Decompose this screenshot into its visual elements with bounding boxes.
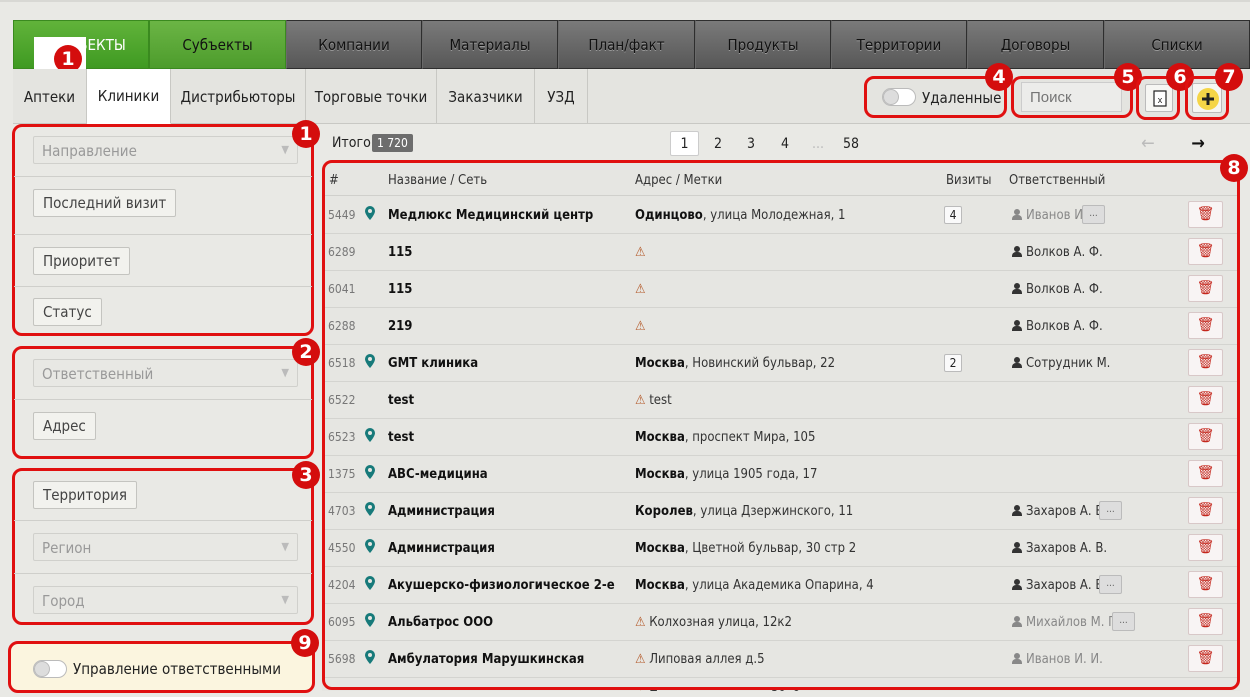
tab-label: Списки: [1151, 35, 1203, 54]
chevron-down-icon: ▼: [281, 593, 289, 606]
divider: [14, 399, 312, 400]
address-button[interactable]: Адрес: [33, 412, 96, 440]
search-input[interactable]: [1021, 82, 1122, 112]
tab-customers[interactable]: Заказчики: [437, 69, 535, 124]
excel-icon: x: [1153, 90, 1167, 107]
annotation-badge-3: 3: [292, 461, 320, 489]
annotation-badge-9: 9: [291, 629, 319, 657]
tab-label: Договоры: [1000, 35, 1071, 54]
annotation-badge-4: 4: [985, 63, 1013, 91]
chevron-down-icon: ▼: [281, 540, 289, 553]
tab-subjects[interactable]: Субъекты: [149, 20, 286, 69]
plus-icon: [1197, 88, 1219, 110]
city-select-label: Город: [42, 592, 85, 610]
tab-plan-fact[interactable]: План/факт: [558, 20, 695, 69]
manage-responsible-toggle[interactable]: [33, 660, 67, 678]
direction-select[interactable]: Направление ▼: [33, 136, 298, 164]
tab-materials[interactable]: Материалы: [422, 20, 558, 69]
responsible-select-label: Ответственный: [42, 365, 154, 383]
page-number: 1: [680, 135, 689, 152]
territory-button[interactable]: Территория: [33, 481, 138, 509]
city-select[interactable]: Город ▼: [33, 586, 298, 614]
status-button[interactable]: Статус: [33, 298, 102, 326]
tab-territories[interactable]: Территории: [831, 20, 967, 69]
last-visit-button[interactable]: Последний визит: [33, 189, 177, 217]
page-number: 3: [746, 135, 755, 152]
region-select[interactable]: Регион ▼: [33, 533, 298, 561]
tab-products[interactable]: Продукты: [695, 20, 831, 69]
tab-label: Торговые точки: [314, 87, 428, 106]
tab-companies[interactable]: Компании: [286, 20, 422, 69]
tab-uzd[interactable]: УЗД: [535, 69, 588, 124]
divider: [14, 286, 312, 287]
tab-label: План/факт: [588, 35, 665, 54]
tab-label: Заказчики: [448, 87, 523, 106]
page-58[interactable]: 58: [837, 131, 865, 156]
region-select-label: Регион: [42, 539, 92, 557]
main-tabs: ЪЕКТЫ Субъекты Компании Материалы План/ф…: [13, 20, 1250, 69]
tab-label: Субъекты: [182, 35, 253, 54]
tab-clinics[interactable]: Клиники: [87, 69, 171, 124]
total-count-badge: 1 720: [372, 134, 413, 152]
tab-label: УЗД: [547, 87, 575, 106]
page-number: 4: [780, 135, 789, 152]
tab-label: Территории: [856, 35, 942, 54]
tab-distributors[interactable]: Дистрибьюторы: [171, 69, 306, 124]
page-number: ...: [812, 135, 824, 152]
tab-label: Продукты: [727, 35, 799, 54]
page-3[interactable]: 3: [737, 131, 765, 156]
priority-button[interactable]: Приоритет: [33, 247, 131, 275]
tab-label: Компании: [318, 35, 390, 54]
annotation-badge-8: 8: [1220, 154, 1248, 182]
tab-label: Дистрибьюторы: [180, 87, 296, 106]
prev-page-arrow-icon[interactable]: ←: [1136, 131, 1160, 156]
deleted-toggle[interactable]: [882, 88, 916, 106]
tab-label: Аптеки: [23, 87, 76, 106]
tab-label: Клиники: [97, 87, 160, 105]
divider: [14, 176, 312, 177]
app-window: ЪЕКТЫ Субъекты Компании Материалы План/ф…: [0, 0, 1250, 697]
tab-lists[interactable]: Списки: [1104, 20, 1250, 69]
page-ellipsis: ...: [804, 131, 832, 156]
annotation-badge-2: 2: [292, 338, 320, 366]
direction-select-label: Направление: [42, 142, 137, 160]
divider: [14, 520, 312, 521]
divider: [14, 234, 312, 235]
manage-responsible-label: Управление ответственными: [73, 660, 281, 678]
excel-export-button[interactable]: x: [1145, 84, 1173, 112]
next-page-arrow-icon[interactable]: →: [1186, 131, 1210, 156]
tab-contracts[interactable]: Договоры: [967, 20, 1104, 69]
page-4[interactable]: 4: [771, 131, 799, 156]
annotation-box-8: [322, 160, 1240, 690]
page-number: 2: [713, 135, 722, 152]
svg-text:x: x: [1158, 95, 1163, 105]
page-number: 58: [842, 135, 860, 152]
page-2[interactable]: 2: [704, 131, 732, 156]
page-1[interactable]: 1: [670, 131, 699, 156]
tab-pharmacies[interactable]: Аптеки: [13, 69, 87, 124]
add-button[interactable]: [1192, 83, 1222, 113]
tab-label: Материалы: [449, 35, 531, 54]
annotation-badge-1b: 1: [292, 120, 320, 148]
divider: [14, 573, 312, 574]
tab-retail-points[interactable]: Торговые точки: [306, 69, 437, 124]
annotation-badge-7: 7: [1215, 63, 1243, 91]
chevron-down-icon: ▼: [281, 366, 289, 379]
deleted-label: Удаленные: [922, 89, 1002, 107]
chevron-down-icon: ▼: [281, 143, 289, 156]
responsible-select[interactable]: Ответственный ▼: [33, 359, 298, 387]
total-label: Итого: [332, 135, 371, 151]
